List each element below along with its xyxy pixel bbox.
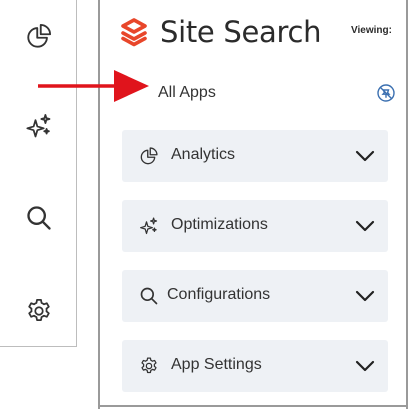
rail-analytics-button[interactable] <box>19 16 59 56</box>
nav-item-optimizations[interactable]: Optimizations <box>122 200 388 252</box>
pie-chart-icon <box>27 23 52 48</box>
rail-optimizations-button[interactable] <box>19 106 59 146</box>
chevron-down-icon[interactable] <box>354 356 376 376</box>
viewing-label: Viewing: <box>351 25 392 36</box>
annotation-arrow <box>38 70 149 102</box>
app-scope-selector[interactable]: All Apps <box>158 84 216 102</box>
panel-bottom-border <box>98 405 408 407</box>
unpin-icon[interactable] <box>376 83 396 103</box>
chevron-down-icon[interactable] <box>354 146 376 166</box>
nav-item-label: App Settings <box>171 356 262 373</box>
site-search-navigation: Site Search Viewing: All Apps Analytics <box>0 0 408 409</box>
nav-item-label: Optimizations <box>171 216 268 233</box>
nav-item-label: Analytics <box>171 146 236 163</box>
pie-chart-icon <box>138 145 160 167</box>
gear-icon <box>138 355 160 377</box>
layers-logo-icon <box>120 17 148 47</box>
chevron-down-icon[interactable] <box>354 286 376 306</box>
rail-settings-button[interactable] <box>19 291 59 331</box>
collapsed-nav-rail <box>0 0 77 347</box>
nav-item-label: Configurations <box>167 286 271 303</box>
nav-item-configurations[interactable]: Configurations <box>122 270 388 322</box>
search-icon <box>27 206 51 230</box>
sparkles-icon <box>26 114 51 138</box>
chevron-down-icon[interactable] <box>354 216 376 236</box>
gear-icon <box>28 299 50 321</box>
sparkles-icon <box>138 215 160 237</box>
search-icon <box>138 285 160 307</box>
nav-item-app-settings[interactable]: App Settings <box>122 340 388 392</box>
expanded-nav-panel: Site Search Viewing: All Apps Analytics <box>98 0 408 409</box>
brand-header: Site Search <box>120 12 322 52</box>
app-title: Site Search <box>160 15 322 49</box>
rail-search-button[interactable] <box>19 198 59 238</box>
nav-item-analytics[interactable]: Analytics <box>122 130 388 182</box>
